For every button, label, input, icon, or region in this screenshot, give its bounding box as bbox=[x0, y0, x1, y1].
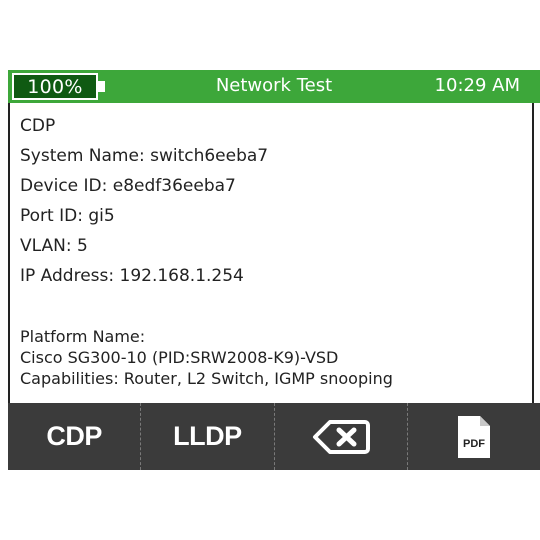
lldp-softkey[interactable]: LLDP bbox=[140, 403, 273, 470]
cdp-softkey[interactable]: CDP bbox=[8, 403, 140, 470]
capabilities: Capabilities: Router, L2 Switch, IGMP sn… bbox=[20, 369, 393, 388]
backspace-softkey[interactable] bbox=[273, 403, 407, 470]
system-name: System Name: switch6eeba7 bbox=[20, 146, 269, 166]
ip-address: IP Address: 192.168.1.254 bbox=[20, 266, 244, 286]
network-test-screen: 100% Network Test 10:29 AM CDP System Na… bbox=[8, 70, 540, 470]
pdf-icon: PDF bbox=[457, 415, 490, 458]
port-id: Port ID: gi5 bbox=[20, 206, 115, 226]
platform-value: Cisco SG300-10 (PID:SRW2008-K9)-VSD bbox=[20, 348, 339, 367]
softkey-bar: CDP LLDP PDF bbox=[8, 403, 540, 470]
lldp-softkey-label: LLDP bbox=[173, 421, 242, 451]
clock: 10:29 AM bbox=[434, 75, 520, 96]
cdp-softkey-label: CDP bbox=[46, 421, 102, 451]
device-id: Device ID: e8edf36eeba7 bbox=[20, 176, 236, 196]
pdf-softkey[interactable]: PDF bbox=[406, 403, 540, 470]
details-panel: CDP System Name: switch6eeba7 Device ID:… bbox=[8, 103, 534, 403]
pdf-icon-label: PDF bbox=[463, 438, 485, 450]
platform-label: Platform Name: bbox=[20, 327, 146, 346]
vlan: VLAN: 5 bbox=[20, 236, 88, 256]
backspace-icon bbox=[312, 419, 370, 454]
status-bar: 100% Network Test 10:29 AM bbox=[8, 70, 540, 103]
protocol-heading: CDP bbox=[20, 116, 56, 136]
